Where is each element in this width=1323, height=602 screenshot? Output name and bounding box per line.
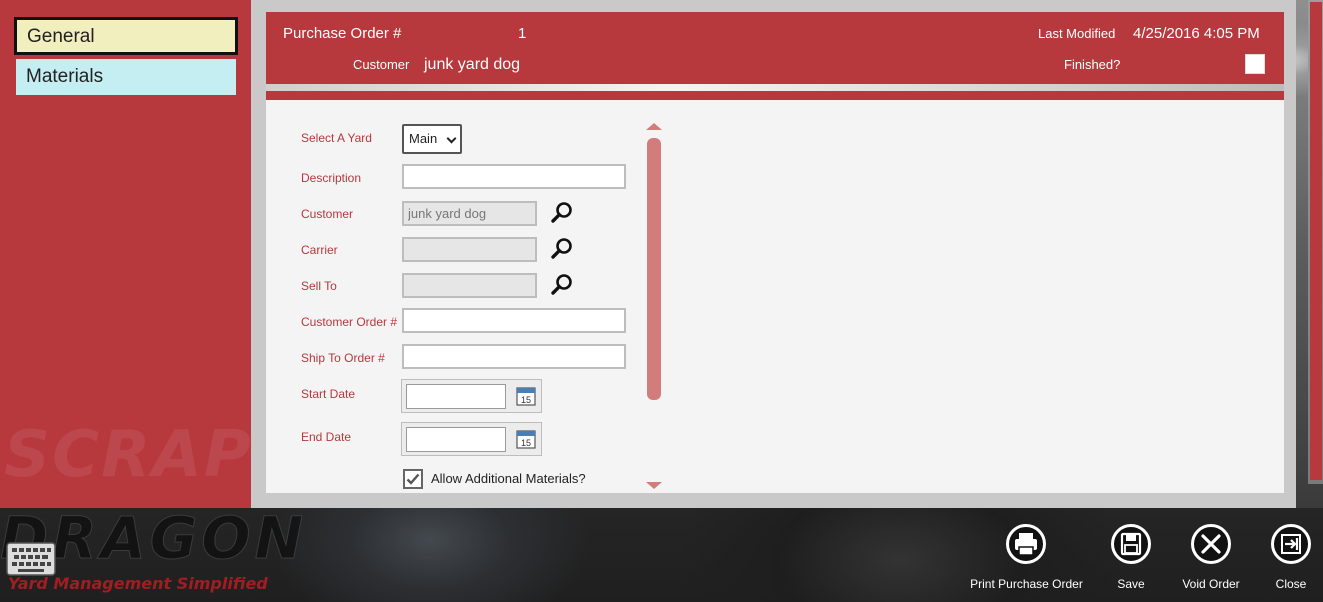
chevron-down-icon — [446, 133, 457, 144]
header-divider — [266, 84, 1284, 91]
save-icon — [1111, 524, 1151, 564]
last-modified-label: Last Modified — [1038, 26, 1116, 41]
header-customer-value: junk yard dog — [424, 56, 521, 73]
carrier-input[interactable] — [402, 237, 537, 262]
checkmark-icon — [406, 473, 420, 485]
yard-label: Select A Yard — [301, 131, 372, 145]
start-date-label: Start Date — [301, 387, 356, 401]
calendar-icon[interactable]: 15 — [516, 429, 536, 449]
brand-tagline: Yard Management Simplified — [8, 574, 268, 593]
save-button[interactable]: Save — [1102, 524, 1160, 598]
right-edge-strip — [1308, 0, 1323, 484]
void-button-label: Void Order — [1182, 577, 1240, 591]
description-label: Description — [301, 171, 362, 185]
description-input[interactable] — [402, 164, 626, 189]
sidebar-watermark: SCRAP — [4, 418, 251, 492]
print-icon — [1006, 524, 1046, 564]
brand-logo: DRAGON Yard Management Simplified — [0, 508, 330, 602]
sell-to-label: Sell To — [301, 279, 337, 293]
header-divider-bar — [266, 91, 1284, 100]
end-date-input[interactable] — [406, 427, 506, 452]
sell-to-input[interactable] — [402, 273, 537, 298]
customer-input[interactable] — [402, 201, 537, 226]
end-date-picker: 15 — [401, 422, 542, 456]
customer-order-label: Customer Order # — [301, 315, 398, 329]
scrollbar-thumb[interactable] — [647, 138, 661, 400]
start-date-input[interactable] — [406, 384, 506, 409]
ship-to-order-input[interactable] — [402, 344, 626, 369]
allow-materials-label: Allow Additional Materials? — [431, 471, 586, 486]
sell-to-search-icon[interactable] — [550, 273, 574, 297]
po-number-value: 1 — [518, 25, 527, 42]
finished-label: Finished? — [1064, 57, 1121, 72]
calendar-icon[interactable]: 15 — [516, 386, 536, 406]
close-button-label: Close — [1275, 577, 1307, 591]
po-number-label: Purchase Order # — [283, 25, 402, 42]
void-icon — [1191, 524, 1231, 564]
close-button[interactable]: Close — [1262, 524, 1320, 598]
finished-checkbox[interactable] — [1245, 54, 1265, 74]
sidebar-item-materials[interactable]: Materials — [16, 59, 236, 95]
save-button-label: Save — [1117, 577, 1145, 591]
sidebar-item-general[interactable]: General — [14, 17, 238, 55]
close-app-icon — [1271, 524, 1311, 564]
print-purchase-order-button[interactable]: Print Purchase Order — [966, 524, 1087, 598]
yard-select-value: Main — [409, 131, 438, 146]
customer-label: Customer — [301, 207, 354, 221]
allow-materials-checkbox[interactable] — [403, 469, 423, 489]
header-customer-label: Customer — [353, 57, 410, 72]
carrier-label: Carrier — [301, 243, 338, 257]
general-form: Select A Yard Main Description Customer … — [266, 100, 1284, 493]
right-edge-bar — [1310, 2, 1322, 480]
customer-order-input[interactable] — [402, 308, 626, 333]
sidebar-item-label: Materials — [26, 66, 104, 87]
sidebar-item-label: General — [27, 26, 95, 47]
scroll-up-arrow[interactable] — [646, 123, 662, 130]
ship-to-order-label: Ship To Order # — [301, 351, 385, 365]
app-bar: DRAGON Yard Management Simplified Print … — [0, 508, 1323, 602]
order-header: Purchase Order # 1 Last Modified 4/25/20… — [266, 12, 1284, 84]
start-date-picker: 15 — [401, 379, 542, 413]
last-modified-value: 4/25/2016 4:05 PM — [1133, 25, 1260, 42]
end-date-label: End Date — [301, 430, 352, 444]
customer-search-icon[interactable] — [550, 201, 574, 225]
yard-select[interactable]: Main — [402, 124, 462, 154]
calendar-day: 15 — [521, 395, 531, 405]
keyboard-icon[interactable] — [6, 542, 56, 576]
void-order-button[interactable]: Void Order — [1175, 524, 1247, 598]
carrier-search-icon[interactable] — [550, 237, 574, 261]
sidebar: SCRAP General Materials — [0, 0, 251, 508]
print-button-label: Print Purchase Order — [970, 577, 1083, 591]
calendar-day: 15 — [521, 438, 531, 448]
scroll-down-arrow[interactable] — [646, 482, 662, 489]
